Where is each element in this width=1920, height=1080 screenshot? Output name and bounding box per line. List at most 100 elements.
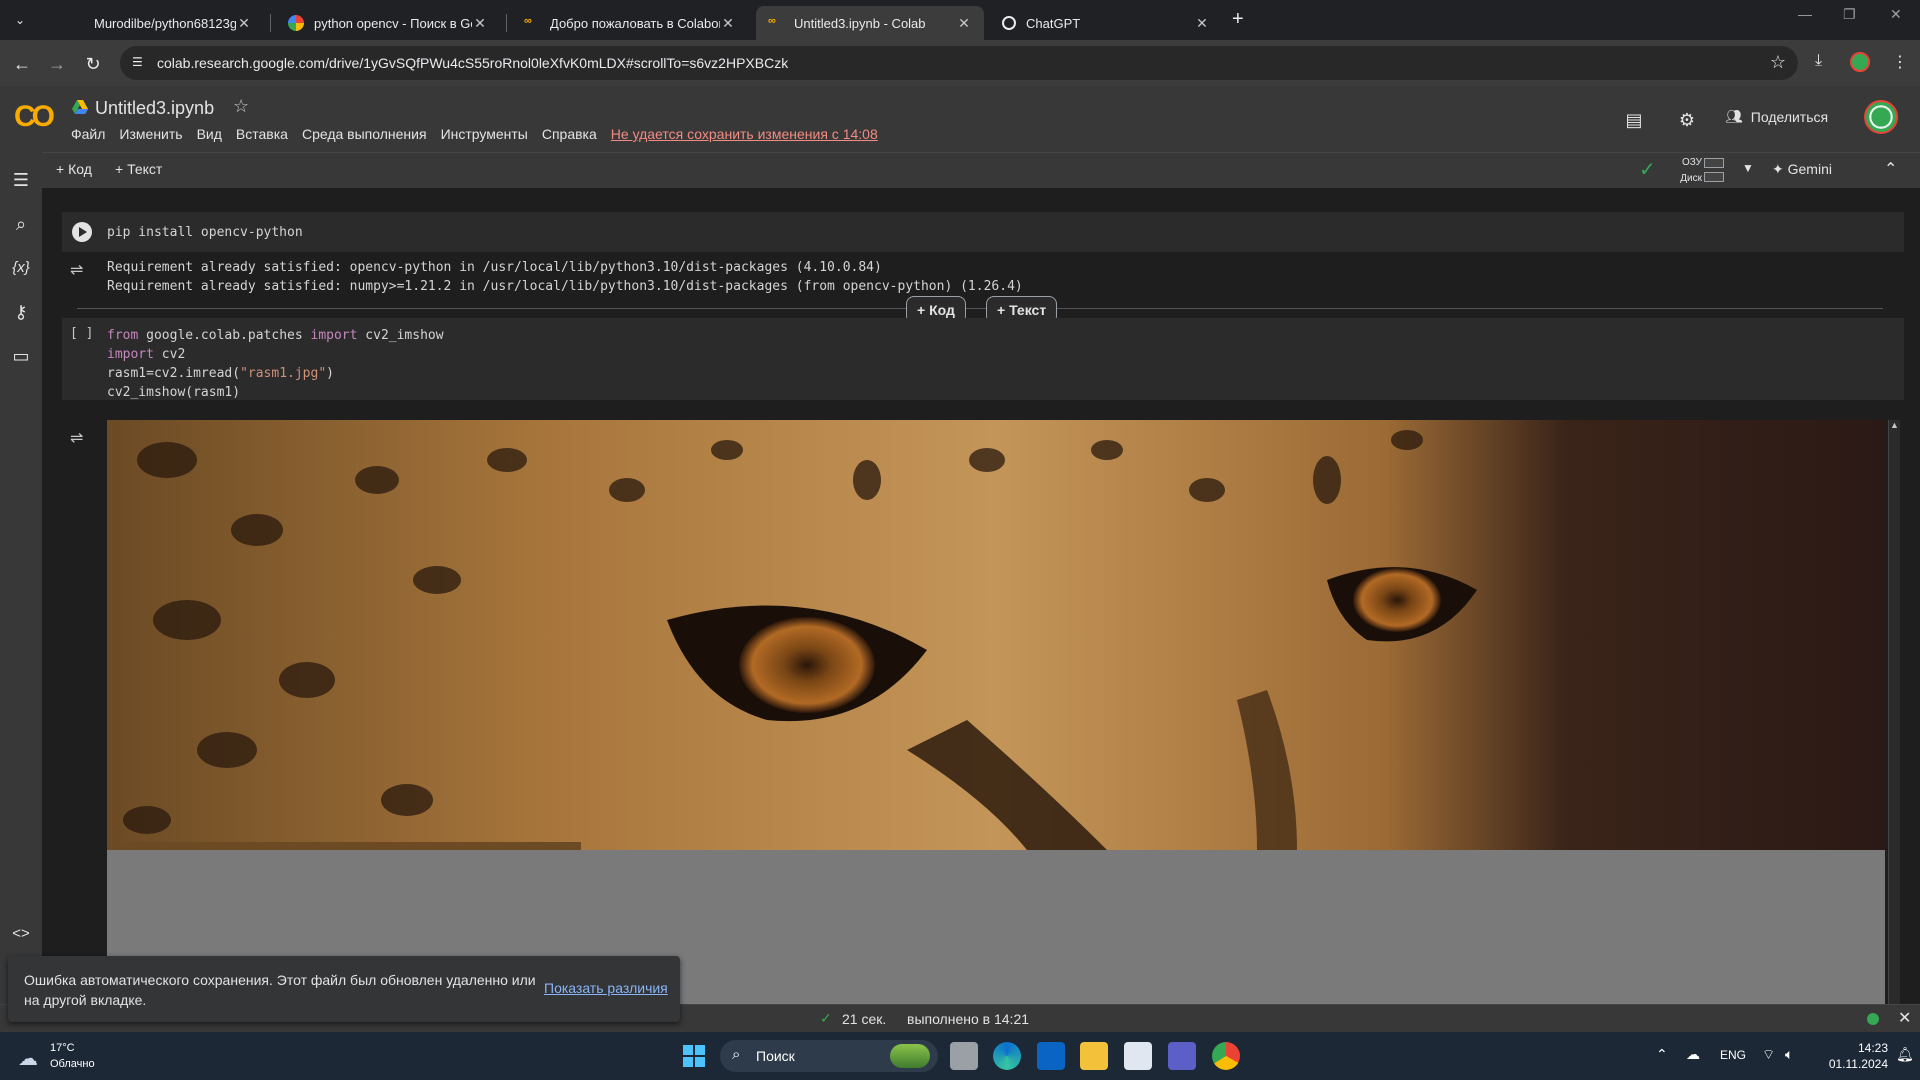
profile-avatar-icon[interactable] (1850, 52, 1870, 72)
windows-start-icon[interactable] (680, 1042, 708, 1070)
tab-colab-welcome[interactable]: ∞ Добро пожаловать в Colabora ✕ (512, 6, 748, 40)
gemini-label: Gemini (1787, 161, 1832, 177)
close-window-icon[interactable]: ✕ (1890, 6, 1902, 23)
new-tab-icon[interactable]: + (1232, 8, 1244, 31)
gemini-button[interactable]: ✦ Gemini (1772, 161, 1832, 178)
star-icon[interactable]: ☆ (233, 96, 249, 117)
output-actions-icon[interactable]: ⇌ (70, 260, 92, 279)
tab-github[interactable]: Murodilbe/python68123guruh ✕ (56, 6, 264, 40)
clock-date[interactable]: 01.11.2024 (1818, 1057, 1888, 1071)
output-actions-icon[interactable]: ⇌ (70, 428, 92, 447)
notebook-title[interactable]: Untitled3.ipynb (95, 98, 214, 119)
tab-google-search[interactable]: python opencv - Поиск в Goog ✕ (276, 6, 500, 40)
close-tab-icon[interactable]: ✕ (472, 15, 488, 32)
left-sidebar: ☰ ⌕ {x} ⚷ ▭ <> (0, 152, 42, 1032)
url-text[interactable]: colab.research.google.com/drive/1yGvSQfP… (157, 55, 788, 71)
download-icon[interactable]: ⤓ (1815, 52, 1822, 70)
browser-tab-strip: ⌄ Murodilbe/python68123guruh ✕ python op… (0, 0, 1920, 40)
search-placeholder: Поиск (756, 1048, 795, 1064)
files-folder-icon[interactable]: ▭ (9, 344, 33, 368)
add-code-button[interactable]: + Код (56, 161, 92, 177)
close-tab-icon[interactable]: ✕ (956, 15, 972, 32)
menu-view[interactable]: Вид (197, 126, 222, 142)
back-icon[interactable]: ← (10, 52, 34, 76)
tab-search-menu-icon[interactable]: ⌄ (10, 10, 30, 30)
file-explorer-icon[interactable] (1080, 1042, 1108, 1070)
resource-meters[interactable] (1704, 158, 1724, 186)
microsoft-store-icon[interactable] (1124, 1042, 1152, 1070)
wifi-icon[interactable]: ⌔ (1762, 1046, 1775, 1064)
search-icon[interactable]: ⌕ (9, 212, 33, 236)
cell-code[interactable]: from google.colab.patches import cv2_ims… (107, 326, 444, 402)
reload-icon[interactable]: ↻ (81, 52, 105, 76)
collapse-header-icon[interactable]: ⌃ (1884, 159, 1897, 179)
colab-icon: ∞ (524, 15, 532, 27)
share-label: Поделиться (1750, 108, 1829, 125)
account-avatar[interactable] (1864, 100, 1898, 134)
taskbar-search[interactable]: ⌕ Поиск (720, 1040, 938, 1072)
close-tab-icon[interactable]: ✕ (720, 15, 736, 32)
menu-bar: Файл Изменить Вид Вставка Среда выполнен… (71, 126, 892, 142)
menu-edit[interactable]: Изменить (119, 126, 182, 142)
chrome-icon[interactable] (1212, 1042, 1240, 1070)
menu-help[interactable]: Справка (542, 126, 597, 142)
close-status-icon[interactable]: ✕ (1898, 1008, 1911, 1028)
variables-icon[interactable]: {x} (9, 256, 33, 280)
settings-gear-icon[interactable]: ⚙ (1675, 108, 1699, 132)
code-cell-2[interactable]: [ ] from google.colab.patches import cv2… (62, 318, 1904, 400)
tab-chatgpt[interactable]: ChatGPT ✕ (990, 6, 1222, 40)
resource-labels[interactable]: ОЗУ Диск (1672, 155, 1702, 187)
show-diff-link[interactable]: Показать различия (544, 980, 668, 996)
volume-icon[interactable]: 🔈︎ (1785, 1046, 1793, 1063)
output-scrollbar[interactable]: ▲ (1888, 420, 1900, 1032)
scroll-up-icon[interactable]: ▲ (1890, 420, 1899, 430)
browser-menu-icon[interactable]: ⋮ (1892, 52, 1908, 72)
menu-insert[interactable]: Вставка (236, 126, 288, 142)
bookmark-star-icon[interactable]: ☆ (1770, 52, 1786, 73)
comments-icon[interactable]: ▤ (1622, 108, 1646, 132)
forward-icon[interactable]: → (45, 52, 69, 76)
close-tab-icon[interactable]: ✕ (1194, 15, 1210, 32)
cell-output-image (107, 420, 1885, 1032)
onedrive-offline-icon[interactable]: ☁ (1686, 1046, 1700, 1063)
edge-browser-icon[interactable] (993, 1042, 1021, 1070)
weather-cloud-icon[interactable]: ☁ (18, 1046, 38, 1071)
cell-code[interactable]: pip install opencv-python (107, 223, 303, 242)
cell-run-bracket[interactable]: [ ] (70, 326, 93, 341)
notifications-bell-icon[interactable]: 🔔︎ (1896, 1046, 1914, 1063)
runtime-dropdown-icon[interactable]: ▼ (1742, 161, 1754, 175)
menu-file[interactable]: Файл (71, 126, 105, 142)
disk-label: Диск (1680, 173, 1702, 184)
tab-untitled3-active[interactable]: ∞ Untitled3.ipynb - Colab ✕ (756, 6, 984, 40)
show-hidden-icons-icon[interactable]: ⌃ (1656, 1046, 1668, 1063)
people-icon: 👥︎ (1725, 108, 1743, 124)
code-snippets-icon[interactable]: <> (9, 922, 33, 946)
notebook-toolbar: + Код + Текст ✓ ОЗУ Диск ▼ ✦ Gemini ⌃ (42, 152, 1920, 188)
code-cell-1[interactable]: pip install opencv-python (62, 212, 1904, 252)
omnibox[interactable]: ☰ colab.research.google.com/drive/1yGvSQ… (120, 46, 1798, 80)
minimize-icon[interactable]: — (1798, 6, 1812, 22)
add-text-button[interactable]: + Текст (115, 161, 162, 177)
close-tab-icon[interactable]: ✕ (236, 15, 252, 32)
clock-time[interactable]: 14:23 (1818, 1041, 1888, 1055)
teams-icon[interactable] (1168, 1042, 1196, 1070)
restore-icon[interactable]: ❐ (1843, 6, 1856, 23)
weather-desc[interactable]: Облачно (50, 1058, 95, 1070)
table-of-contents-icon[interactable]: ☰ (9, 168, 33, 192)
tab-title: Untitled3.ipynb - Colab (794, 15, 926, 31)
toast-message: Ошибка автоматического сохранения. Этот … (24, 972, 536, 1008)
disk-meter (1704, 172, 1724, 182)
save-warning-link[interactable]: Не удается сохранить изменения с 14:08 (611, 126, 878, 142)
weather-temp[interactable]: 17°C (50, 1042, 75, 1054)
colab-logo[interactable]: CO (14, 100, 55, 134)
menu-tools[interactable]: Инструменты (441, 126, 528, 142)
outlook-icon[interactable] (1037, 1042, 1065, 1070)
site-info-icon[interactable]: ☰ (132, 55, 148, 71)
menu-runtime[interactable]: Среда выполнения (302, 126, 427, 142)
input-language[interactable]: ENG (1720, 1048, 1746, 1062)
task-view-icon[interactable] (950, 1042, 978, 1070)
share-button[interactable]: 👥︎ Поделиться (1725, 108, 1828, 125)
output-toggle-icon[interactable] (70, 212, 92, 230)
chatgpt-icon (1002, 16, 1016, 30)
secrets-key-icon[interactable]: ⚷ (9, 300, 33, 324)
